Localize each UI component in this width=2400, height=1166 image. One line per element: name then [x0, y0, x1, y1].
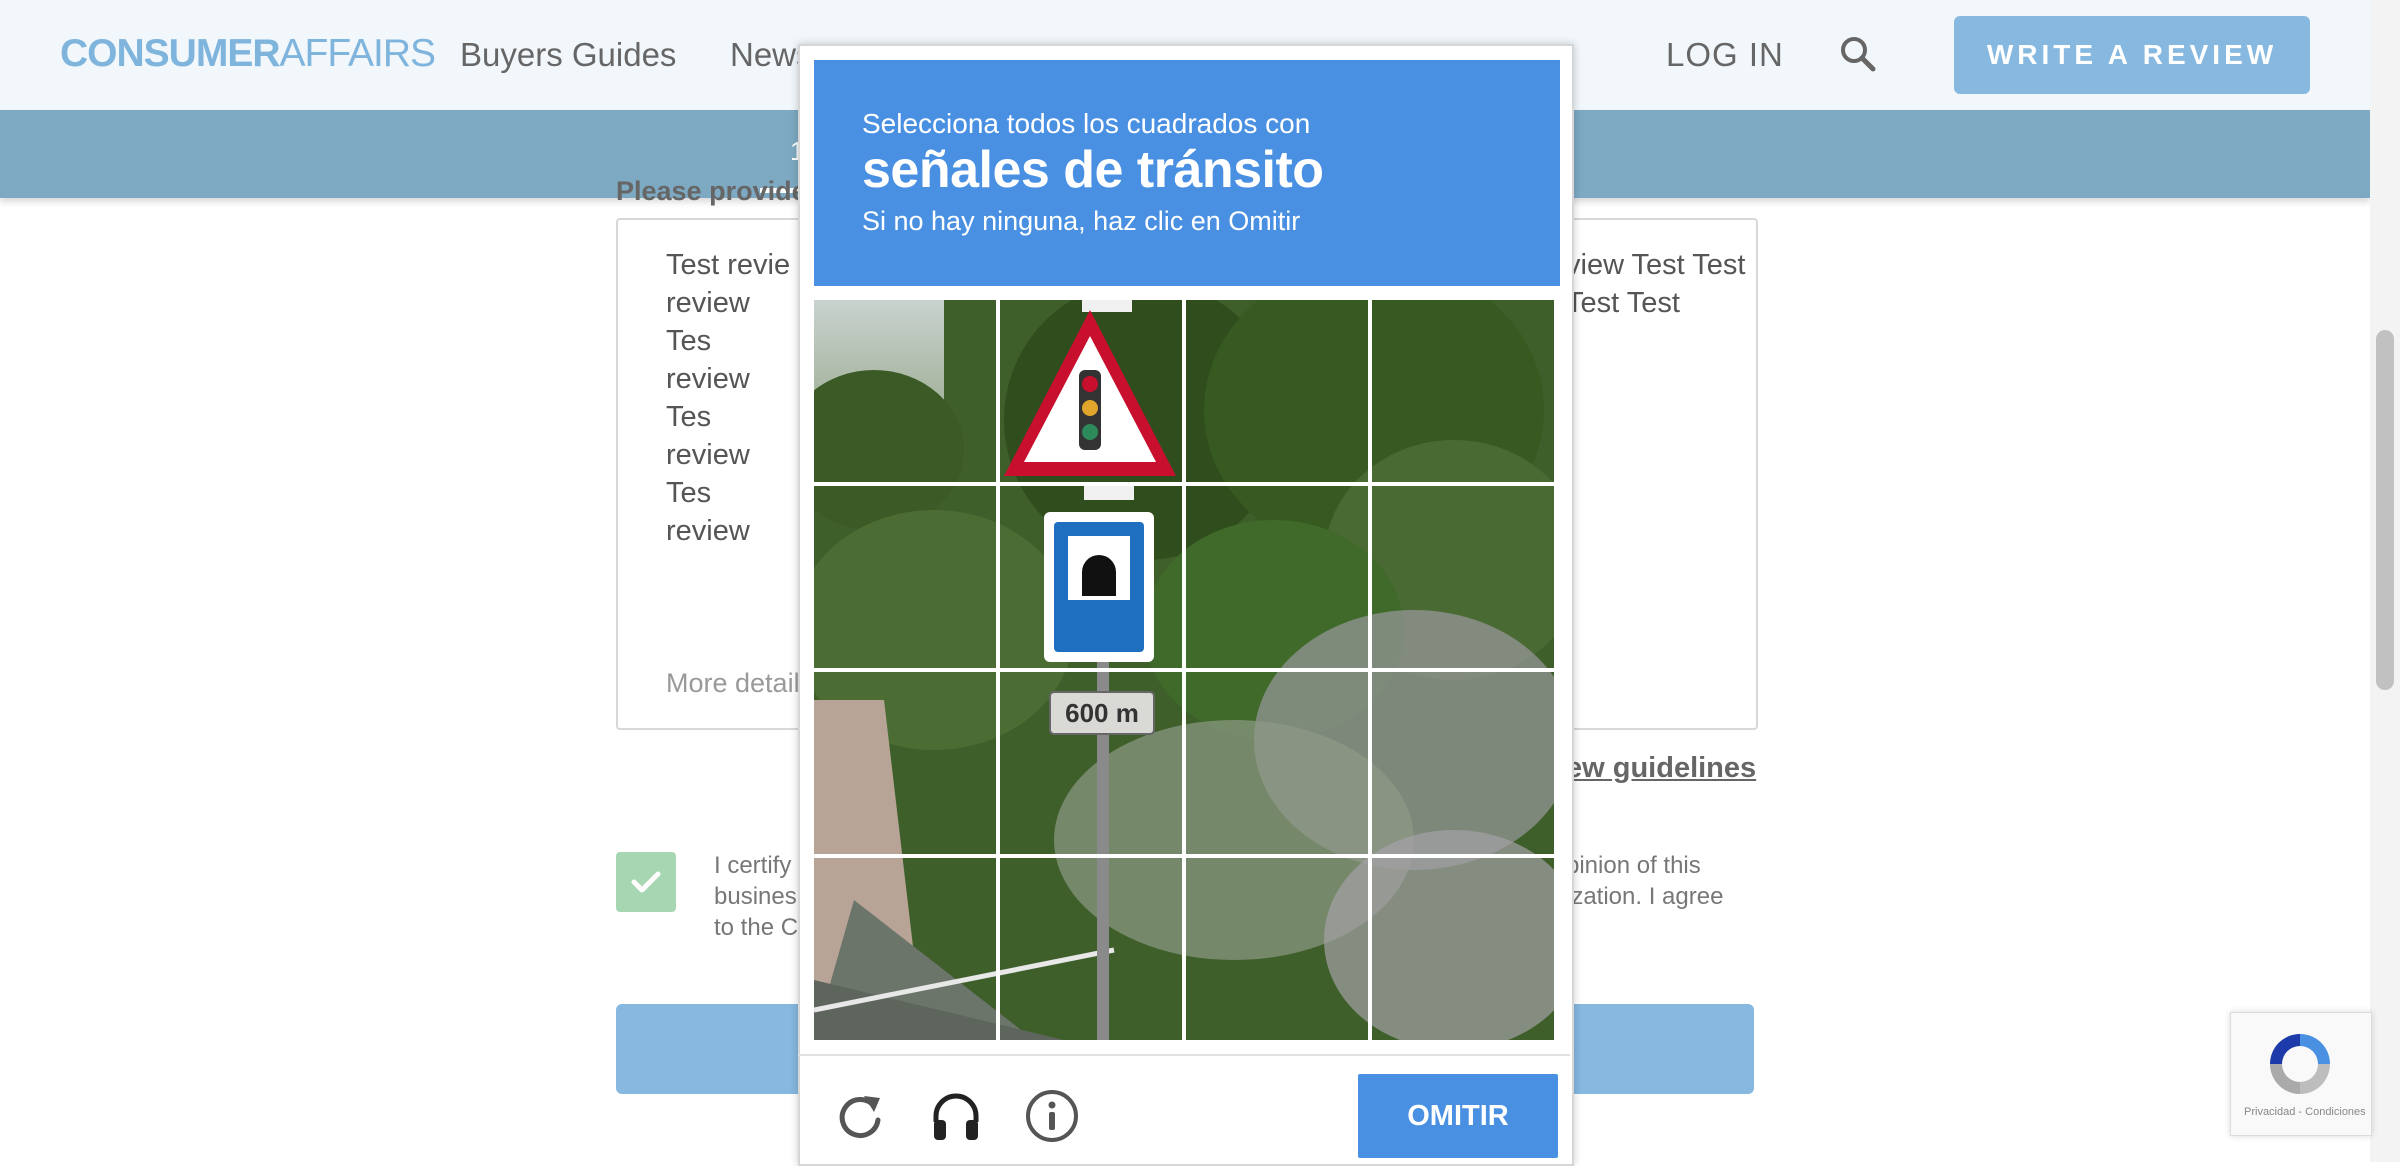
info-icon: [1026, 1090, 1078, 1142]
details-hint: More detail: [666, 668, 800, 698]
captcha-tile-16[interactable]: [1372, 858, 1554, 1040]
recaptcha-logo-icon: [2270, 1034, 2330, 1094]
audio-challenge-button[interactable]: [926, 1086, 986, 1146]
site-logo[interactable]: CONSUMERAFFAIRS: [60, 32, 437, 76]
review-guidelines-link[interactable]: ew guidelines: [1566, 752, 1756, 785]
captcha-tile-7[interactable]: [1186, 486, 1368, 668]
captcha-tile-10[interactable]: [1000, 672, 1182, 854]
captcha-tile-3[interactable]: [1186, 300, 1368, 482]
help-info-button[interactable]: [1022, 1086, 1082, 1146]
captcha-tile-15[interactable]: [1186, 858, 1368, 1040]
reload-challenge-button[interactable]: [830, 1086, 890, 1146]
captcha-tile-8[interactable]: [1372, 486, 1554, 668]
logo-light-text: AFFAIRS: [279, 32, 437, 75]
captcha-tile-2[interactable]: [1000, 300, 1182, 482]
headphones-icon: [933, 1093, 979, 1140]
nav-buyers-guides[interactable]: Buyers Guides: [460, 36, 676, 74]
review-prompt-label: Please provide: [616, 176, 807, 206]
recaptcha-privacy-terms[interactable]: Privacidad - Condiciones: [2244, 1106, 2366, 1118]
captcha-footer-divider: [798, 1054, 1570, 1056]
captcha-tile-6[interactable]: [1000, 486, 1182, 668]
certify-text-right: pinion of this ization. I agree: [1566, 852, 1724, 910]
captcha-tile-5[interactable]: [814, 486, 996, 668]
write-review-button[interactable]: WRITE A REVIEW: [1954, 16, 2310, 94]
captcha-tile-13[interactable]: [814, 858, 996, 1040]
captcha-tile-11[interactable]: [1186, 672, 1368, 854]
captcha-image-grid: 600 m: [814, 300, 1554, 1040]
review-text-left: Test revie review Tes review Tes review …: [666, 249, 791, 547]
captcha-tile-9[interactable]: [814, 672, 996, 854]
captcha-tile-4[interactable]: [1372, 300, 1554, 482]
captcha-tile-1[interactable]: [814, 300, 996, 482]
certify-checkbox[interactable]: [616, 852, 676, 912]
captcha-instruction-skip-hint: Si no hay ninguna, haz clic en Omitir: [862, 206, 1301, 236]
logo-bold-text: CONSUMER: [60, 32, 281, 75]
review-text-right: view Test Test Test Test: [1566, 249, 1746, 319]
checkmark-icon: [631, 871, 661, 893]
skip-button[interactable]: OMITIR: [1358, 1074, 1558, 1158]
scrollbar-thumb[interactable]: [2376, 330, 2394, 690]
reload-icon: [839, 1096, 881, 1138]
search-icon[interactable]: [1838, 34, 1878, 74]
captcha-tile-14[interactable]: [1000, 858, 1182, 1040]
captcha-instruction-line1: Selecciona todos los cuadrados con: [862, 108, 1311, 139]
captcha-instruction-target: señales de tránsito: [862, 141, 1324, 199]
login-link[interactable]: LOG IN: [1666, 36, 1784, 74]
captcha-tile-12[interactable]: [1372, 672, 1554, 854]
